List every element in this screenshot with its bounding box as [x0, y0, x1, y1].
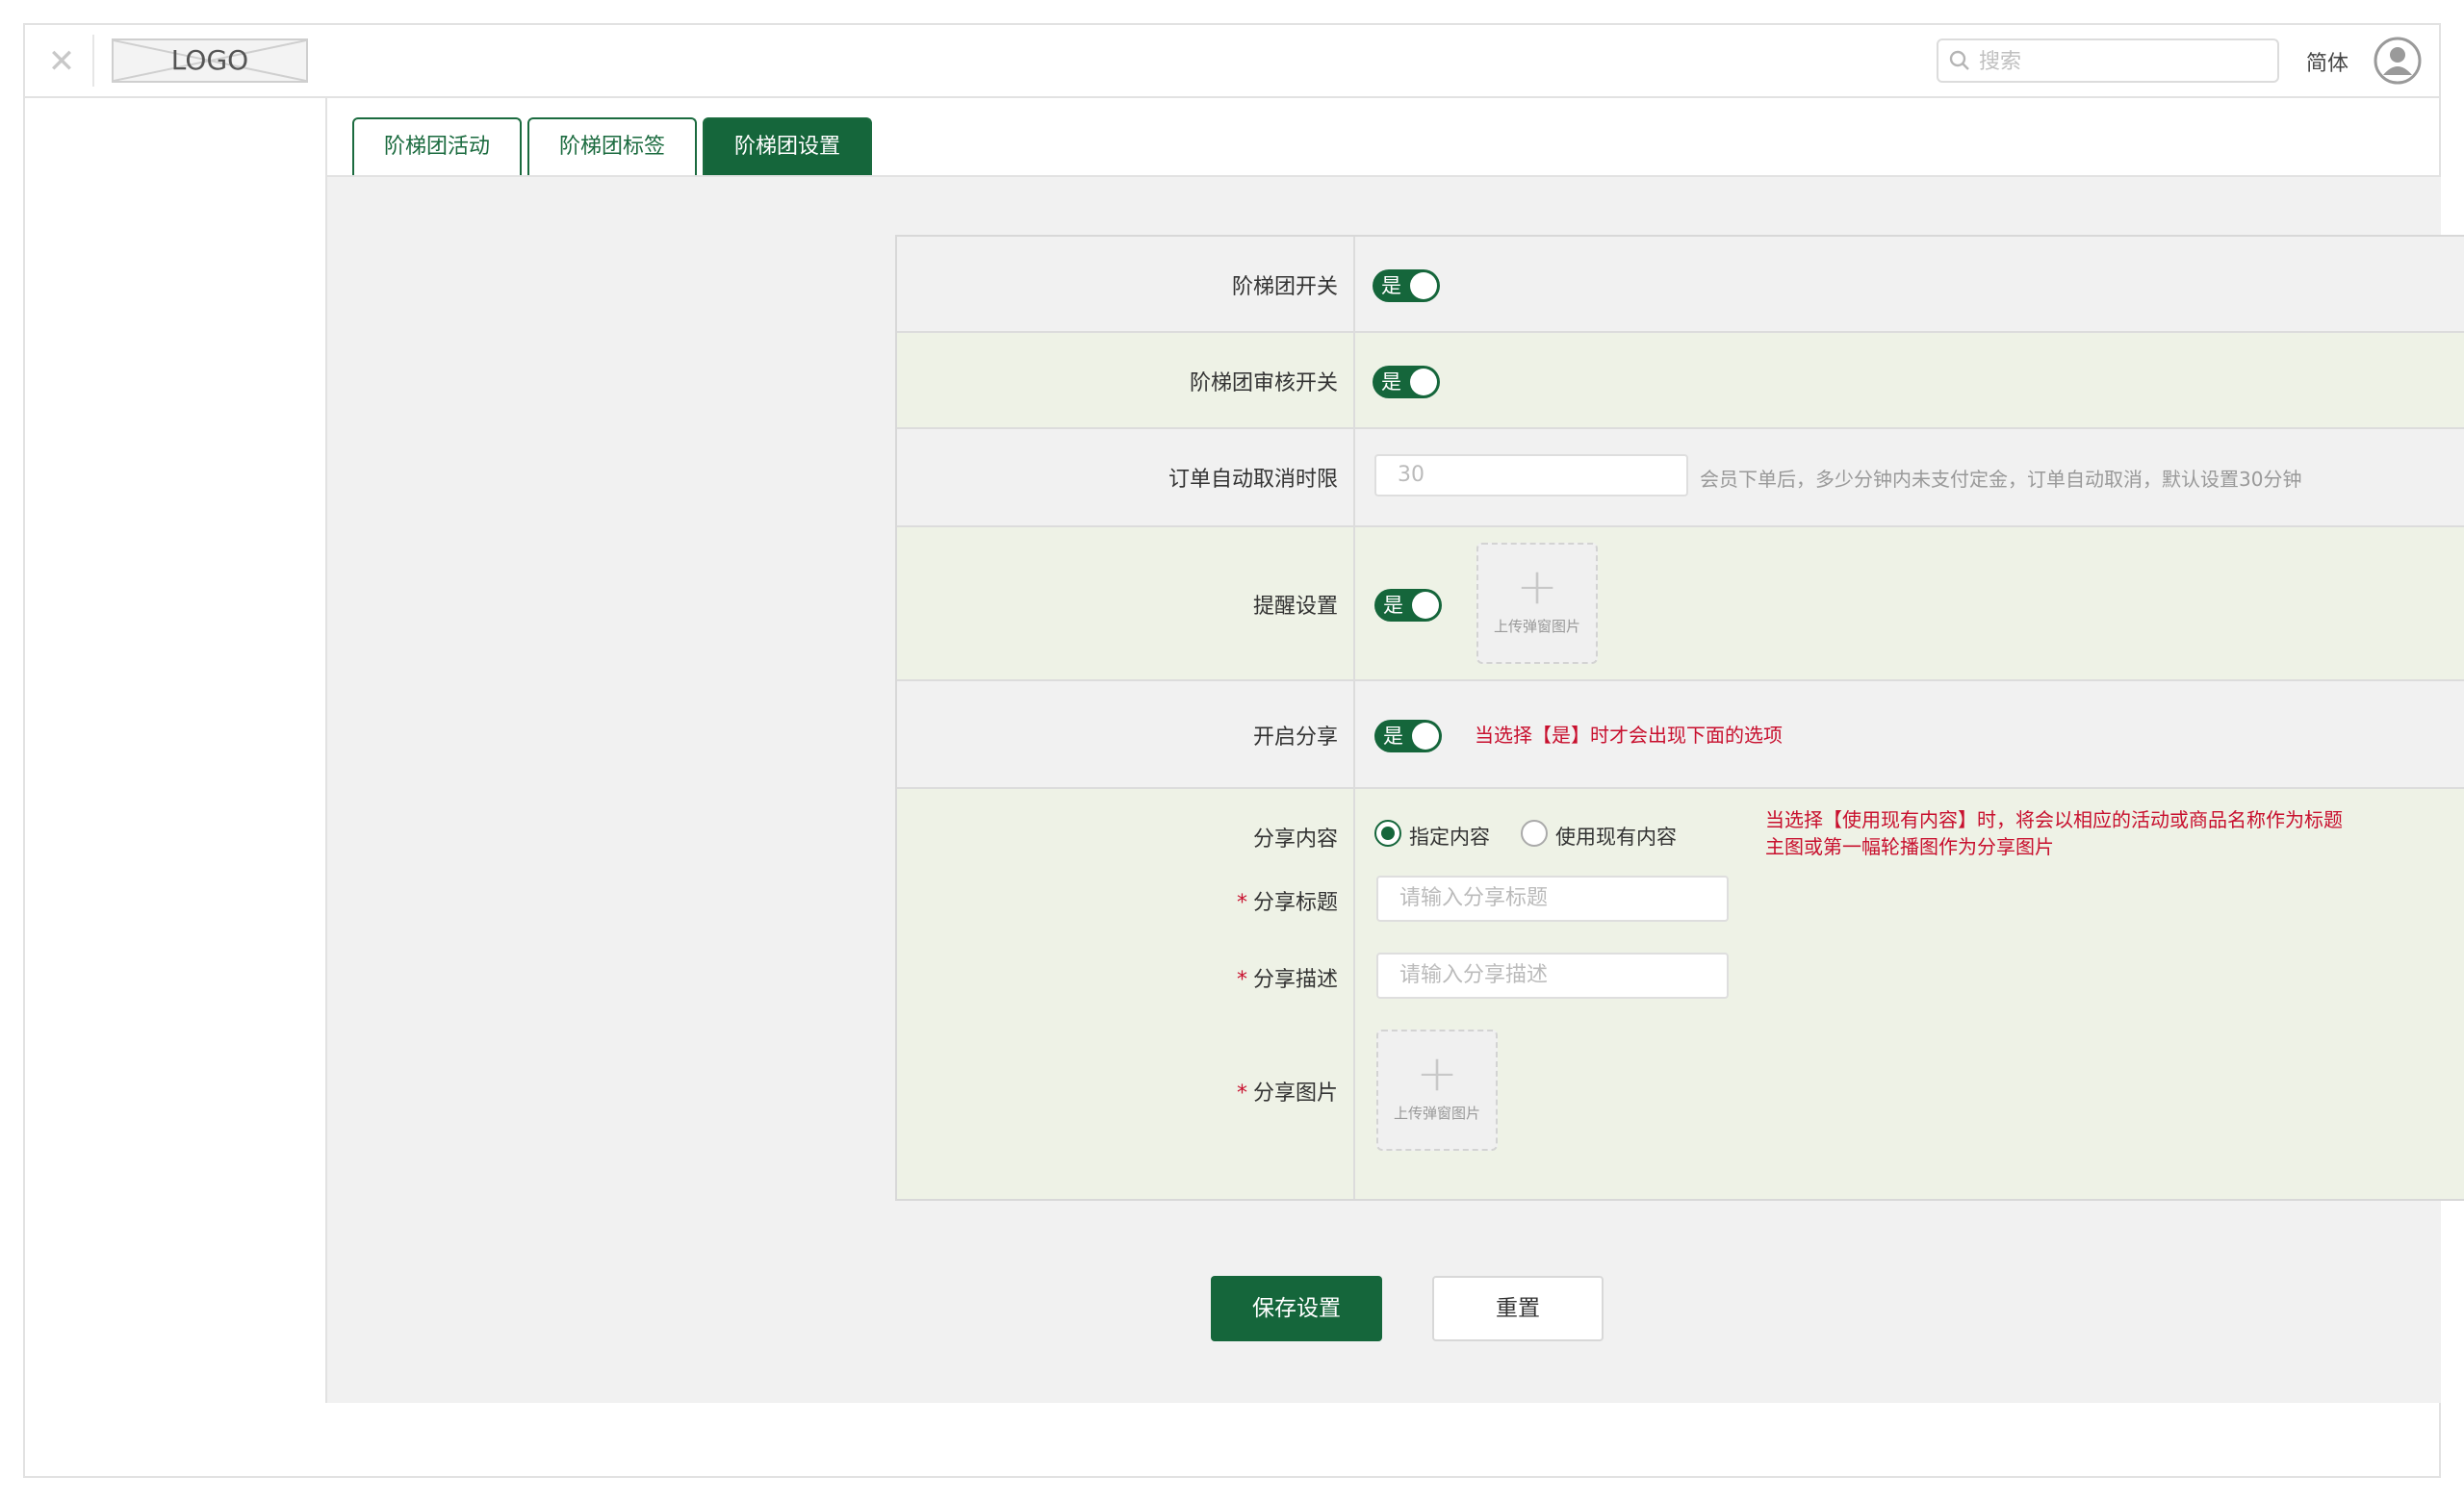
- label-share-content: 分享内容: [1252, 827, 1338, 852]
- row-share-enable: 开启分享 是 当选择【是】时才会出现下面的选项: [897, 681, 2464, 789]
- reminder-upload-button[interactable]: + 上传弹窗图片: [1476, 543, 1598, 664]
- toggle-knob: [1410, 272, 1437, 299]
- row-share-options: 分享内容 * 分享标题 * 分享描述 * 分享图片 指定内容 使用现有内容 当选择【使…: [897, 789, 2464, 1199]
- user-avatar-icon[interactable]: [2374, 37, 2422, 85]
- logo-text: LOGO: [170, 44, 249, 76]
- group-switch-toggle[interactable]: 是: [1373, 269, 1440, 302]
- label-reminder: 提醒设置: [1252, 595, 1338, 619]
- radio-specified-content[interactable]: [1374, 820, 1401, 847]
- share-enable-toggle[interactable]: 是: [1374, 720, 1442, 752]
- search-icon: [1949, 50, 1969, 70]
- toggle-knob: [1412, 723, 1439, 750]
- row-review-switch: 阶梯团审核开关 是: [897, 333, 2464, 429]
- settings-form: 阶梯团开关 是 阶梯团审核开关 是 订单自动取消时限 30 会员下单后，多少分钟…: [895, 235, 2464, 1201]
- required-mark: *: [1236, 968, 1247, 992]
- label-share-title: * 分享标题: [1236, 891, 1338, 915]
- radio-label-existing[interactable]: 使用现有内容: [1555, 822, 1677, 851]
- top-bar: ✕ LOGO 简体: [25, 25, 2439, 98]
- radio-label-specified[interactable]: 指定内容: [1409, 822, 1490, 851]
- reminder-toggle[interactable]: 是: [1374, 589, 1442, 622]
- share-content-note-line2: 主图或第一幅轮播图作为分享图片: [1765, 835, 2054, 858]
- radio-existing-content[interactable]: [1521, 820, 1548, 847]
- row-reminder: 提醒设置 是 + 上传弹窗图片: [897, 527, 2464, 681]
- required-mark: *: [1236, 1082, 1247, 1106]
- label-share-enable: 开启分享: [1252, 726, 1338, 750]
- share-content-note-line1: 当选择【使用现有内容】时，将会以相应的活动或商品名称作为标题: [1765, 808, 2343, 831]
- label-auto-cancel: 订单自动取消时限: [1168, 468, 1338, 492]
- row-group-switch: 阶梯团开关 是: [897, 237, 2464, 333]
- language-switch[interactable]: 简体: [2306, 46, 2348, 77]
- sidebar: [25, 98, 327, 1403]
- toggle-knob: [1410, 369, 1437, 395]
- tab-group-settings[interactable]: 阶梯团设置: [703, 117, 872, 175]
- search-input[interactable]: [1977, 46, 2270, 77]
- upload-caption: 上传弹窗图片: [1393, 1105, 1480, 1122]
- reset-button[interactable]: 重置: [1432, 1276, 1604, 1341]
- toggle-text: 是: [1383, 594, 1403, 617]
- app-window: ✕ LOGO 简体 阶梯团活动 阶梯团标签 阶梯团设置: [23, 23, 2464, 1478]
- save-button[interactable]: 保存设置: [1211, 1276, 1382, 1341]
- label-group-switch: 阶梯团开关: [1231, 275, 1338, 299]
- review-switch-toggle[interactable]: 是: [1373, 366, 1440, 398]
- toggle-text: 是: [1383, 725, 1403, 748]
- share-desc-input[interactable]: 请输入分享描述: [1376, 953, 1729, 999]
- required-mark: *: [1236, 891, 1247, 915]
- close-icon[interactable]: ✕: [44, 44, 79, 79]
- share-image-upload-button[interactable]: + 上传弹窗图片: [1376, 1030, 1498, 1151]
- tab-group-activity[interactable]: 阶梯团活动: [352, 117, 522, 175]
- share-enable-note: 当选择【是】时才会出现下面的选项: [1475, 724, 1783, 747]
- tab-group-tags[interactable]: 阶梯团标签: [527, 117, 697, 175]
- label-share-desc: * 分享描述: [1236, 968, 1338, 992]
- auto-cancel-input[interactable]: 30: [1374, 454, 1688, 496]
- toggle-knob: [1412, 592, 1439, 619]
- share-title-input[interactable]: 请输入分享标题: [1376, 876, 1729, 922]
- main-content: 阶梯团开关 是 阶梯团审核开关 是 订单自动取消时限 30 会员下单后，多少分钟…: [327, 175, 2464, 1403]
- plus-icon: +: [1516, 558, 1558, 616]
- toggle-text: 是: [1381, 274, 1401, 297]
- search-box[interactable]: [1937, 38, 2279, 83]
- upload-caption: 上传弹窗图片: [1493, 618, 1580, 635]
- logo: LOGO: [112, 38, 308, 83]
- toggle-text: 是: [1381, 370, 1401, 394]
- row-auto-cancel: 订单自动取消时限 30 会员下单后，多少分钟内未支付定金，订单自动取消，默认设置…: [897, 429, 2464, 527]
- label-share-image: * 分享图片: [1236, 1082, 1338, 1106]
- plus-icon: +: [1416, 1045, 1458, 1103]
- divider: [92, 35, 94, 87]
- label-review-switch: 阶梯团审核开关: [1189, 371, 1338, 395]
- auto-cancel-hint: 会员下单后，多少分钟内未支付定金，订单自动取消，默认设置30分钟: [1700, 468, 2302, 491]
